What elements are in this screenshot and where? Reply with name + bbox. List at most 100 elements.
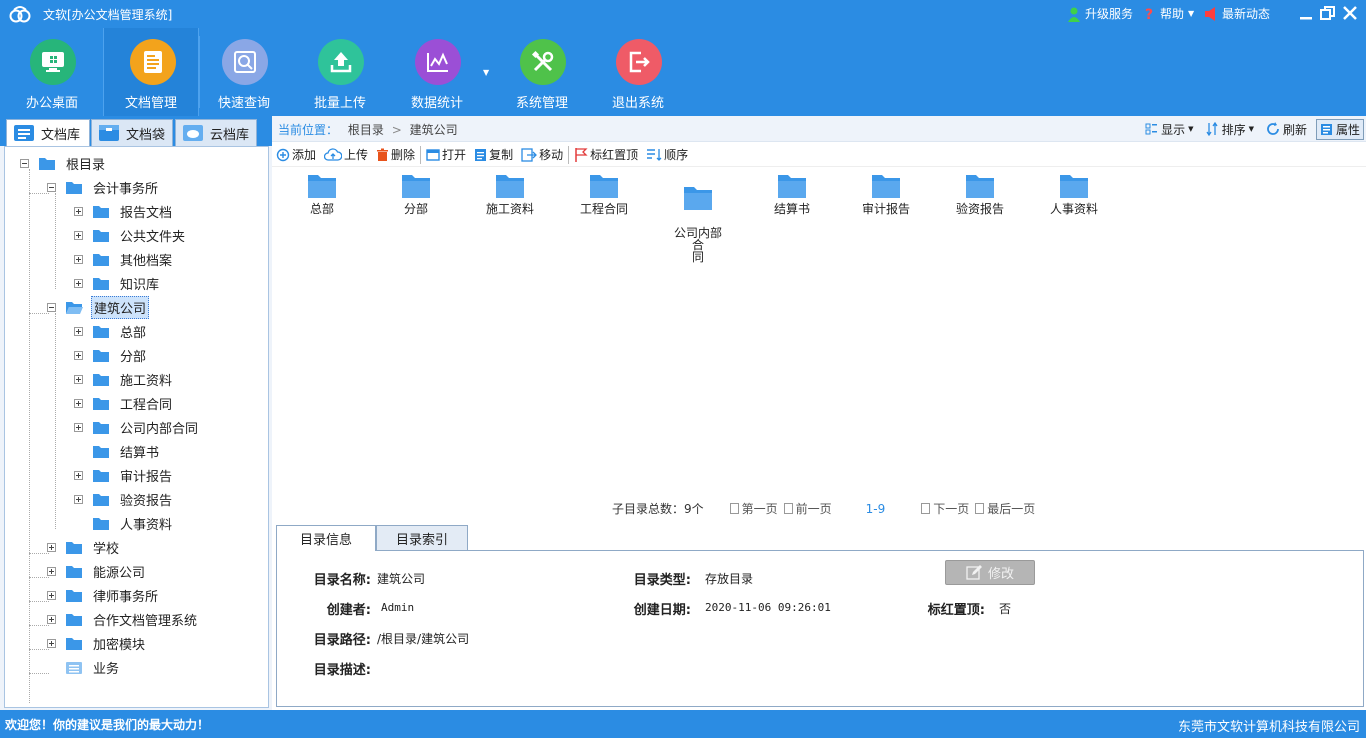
- tree-item-business[interactable]: 业务: [47, 656, 121, 678]
- open-button[interactable]: 打开: [426, 146, 466, 163]
- edit-button[interactable]: 修改: [945, 560, 1035, 585]
- tree-item-settlement[interactable]: 结算书: [74, 440, 161, 462]
- tree-item-branch[interactable]: 分部: [74, 344, 148, 366]
- toolbar-system-button[interactable]: 系统管理: [494, 28, 590, 116]
- toolbar-stats-button[interactable]: 数据统计 ▼: [389, 28, 489, 116]
- order-button[interactable]: 顺序: [646, 146, 688, 163]
- tree-item-engineering-contracts[interactable]: 工程合同: [74, 392, 174, 414]
- toolbar-upload-button[interactable]: 批量上传: [292, 28, 388, 116]
- expand-icon[interactable]: [74, 326, 83, 336]
- delete-button[interactable]: 删除: [376, 146, 415, 163]
- toolbar-desktop-button[interactable]: 办公桌面: [4, 28, 100, 116]
- stats-dropdown-icon[interactable]: ▼: [483, 68, 489, 77]
- tab-doc-bag[interactable]: 文档袋: [91, 119, 173, 146]
- folder-item[interactable]: 工程合同: [557, 170, 651, 215]
- move-button[interactable]: 移动: [521, 146, 563, 163]
- toolbar-search-button[interactable]: 快速查询: [196, 28, 292, 116]
- upgrade-link[interactable]: 升级服务: [1066, 5, 1133, 22]
- toolbar-document-button[interactable]: 文档管理: [103, 28, 199, 116]
- expand-icon[interactable]: [47, 542, 56, 552]
- folder-item[interactable]: 公司内部合 同: [651, 170, 745, 263]
- expand-icon[interactable]: [74, 254, 83, 264]
- expand-icon[interactable]: [74, 350, 83, 360]
- help-menu[interactable]: ? 帮助 ▼: [1143, 5, 1194, 22]
- display-button[interactable]: 显示 ▼: [1142, 120, 1196, 139]
- breadcrumb-current[interactable]: 建筑公司: [410, 123, 458, 137]
- collapse-icon[interactable]: [47, 302, 56, 312]
- news-label: 最新动态: [1222, 7, 1271, 21]
- tree-item-label: 总部: [120, 325, 147, 341]
- close-icon[interactable]: [1341, 4, 1359, 22]
- tree-item-accounting[interactable]: 会计事务所: [47, 176, 160, 198]
- expand-icon[interactable]: [74, 398, 83, 408]
- folder-item[interactable]: 验资报告: [933, 170, 1027, 215]
- creator-value: Admin: [381, 601, 415, 614]
- expand-icon[interactable]: [74, 374, 83, 384]
- folder-icon: [93, 325, 109, 338]
- tree-item-partner-system[interactable]: 合作文档管理系统: [47, 608, 199, 630]
- expand-icon[interactable]: [47, 614, 56, 624]
- toolbar-exit-button[interactable]: 退出系统: [590, 28, 686, 116]
- tree-item-internal-contracts[interactable]: 公司内部合同: [74, 416, 200, 438]
- tree-item-capital-reports[interactable]: 验资报告: [74, 488, 174, 510]
- next-page-button[interactable]: 下一页: [921, 500, 969, 517]
- breadcrumb: 当前位置： 根目录 > 建筑公司: [278, 121, 458, 138]
- expand-icon[interactable]: [74, 494, 83, 504]
- tree-item-construction-data[interactable]: 施工资料: [74, 368, 174, 390]
- tree-item-public-folder[interactable]: 公共文件夹: [74, 224, 187, 246]
- folder-item[interactable]: 分部: [369, 170, 463, 215]
- properties-button[interactable]: 属性: [1315, 118, 1364, 140]
- flag-top-button[interactable]: 标红置顶: [574, 146, 638, 163]
- tab-directory-index[interactable]: 目录索引: [376, 525, 468, 551]
- upload-button[interactable]: 上传: [324, 146, 368, 163]
- expand-icon[interactable]: [47, 590, 56, 600]
- expand-icon[interactable]: [74, 278, 83, 288]
- tree-root[interactable]: 根目录: [20, 152, 107, 174]
- refresh-button[interactable]: 刷新: [1263, 120, 1310, 139]
- prev-page-button[interactable]: 前一页: [783, 500, 832, 517]
- tree-item-energy[interactable]: 能源公司: [47, 560, 147, 582]
- left-panel: 文档库 文档袋 云档库 根目录 会计事务所 报告文档 公共文件夹 其他档案 知识…: [0, 116, 272, 710]
- sort-button[interactable]: 排序 ▼: [1203, 120, 1257, 139]
- tree-item-other-archives[interactable]: 其他档案: [74, 248, 174, 270]
- copy-button[interactable]: 复制: [474, 146, 513, 163]
- question-icon: ?: [1145, 7, 1153, 22]
- collapse-icon[interactable]: [47, 182, 56, 192]
- path-value: /根目录/建筑公司: [377, 632, 470, 646]
- tree-item-audit-reports[interactable]: 审计报告: [74, 464, 174, 486]
- tree-item-headquarters[interactable]: 总部: [74, 320, 148, 342]
- tree-item-law-firm[interactable]: 律师事务所: [47, 584, 160, 606]
- folder-item[interactable]: 施工资料: [463, 170, 557, 215]
- folder-item[interactable]: 结算书: [745, 170, 839, 215]
- expand-icon[interactable]: [74, 422, 83, 432]
- folder-item[interactable]: 人事资料: [1027, 170, 1121, 215]
- app-logo-icon: [9, 6, 31, 23]
- list-folder-icon: [66, 661, 82, 674]
- expand-icon[interactable]: [74, 230, 83, 240]
- last-page-button[interactable]: 最后一页: [975, 500, 1035, 517]
- tree-item-hr-data[interactable]: 人事资料: [74, 512, 174, 534]
- minimize-icon[interactable]: [1297, 4, 1315, 22]
- tree-item-encryption[interactable]: 加密模块: [47, 632, 147, 654]
- tree-item-construction[interactable]: 建筑公司: [47, 295, 150, 319]
- breadcrumb-root[interactable]: 根目录: [348, 123, 384, 137]
- first-page-button[interactable]: 第一页: [729, 500, 778, 517]
- expand-icon[interactable]: [47, 566, 56, 576]
- folder-icon: [93, 229, 109, 242]
- restore-icon[interactable]: [1319, 4, 1337, 22]
- tab-library[interactable]: 文档库: [6, 119, 90, 146]
- folder-item[interactable]: 总部: [275, 170, 369, 215]
- pagination: 子目录总数：9个 第一页 前一页 1-9 下一页 最后一页: [612, 500, 1035, 517]
- add-button[interactable]: 添加: [276, 146, 316, 163]
- tab-cloud[interactable]: 云档库: [175, 119, 257, 146]
- news-link[interactable]: 最新动态: [1204, 5, 1270, 22]
- expand-icon[interactable]: [47, 638, 56, 648]
- tab-directory-info[interactable]: 目录信息: [276, 525, 376, 552]
- tree-item-knowledge-base[interactable]: 知识库: [74, 272, 161, 294]
- collapse-icon[interactable]: [20, 158, 29, 168]
- expand-icon[interactable]: [74, 470, 83, 480]
- folder-item[interactable]: 审计报告: [839, 170, 933, 215]
- tree-item-school[interactable]: 学校: [47, 536, 121, 558]
- tree-item-report-docs[interactable]: 报告文档: [74, 200, 174, 222]
- expand-icon[interactable]: [74, 206, 83, 216]
